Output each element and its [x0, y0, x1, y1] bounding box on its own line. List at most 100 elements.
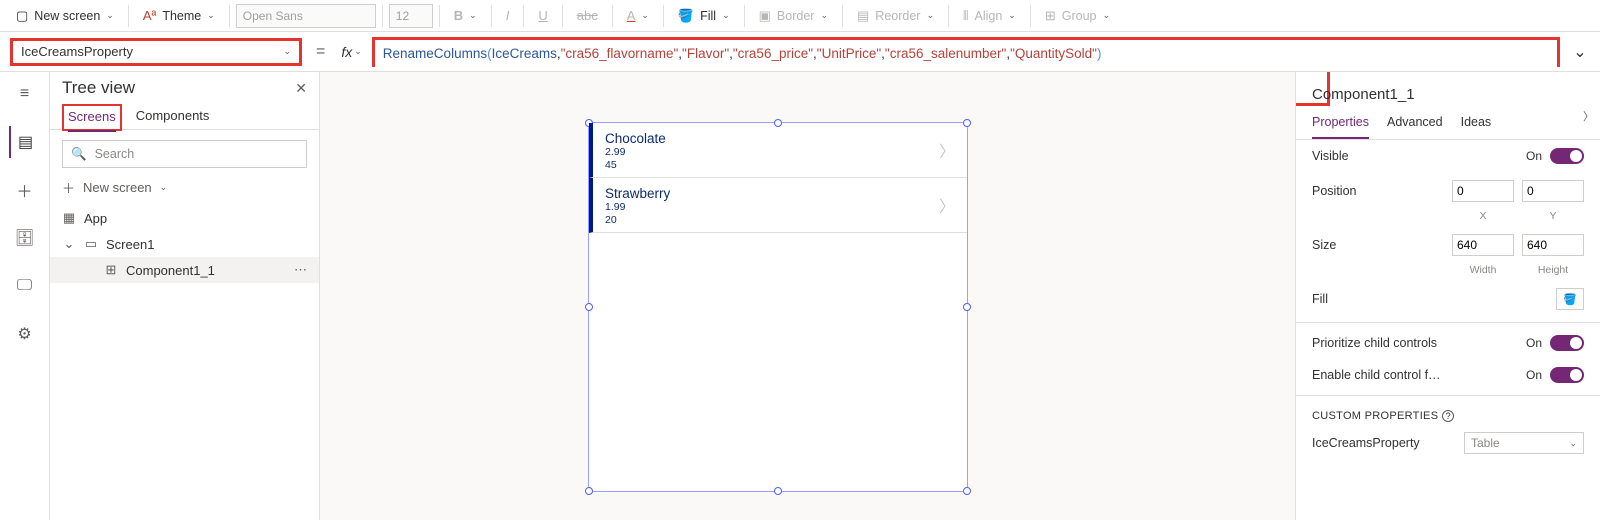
info-icon[interactable]: ? [1442, 410, 1454, 422]
tree-row-screen1[interactable]: ⌄ ▭ Screen1 [50, 231, 319, 257]
chevron-right-icon: 〉 [939, 138, 955, 162]
more-icon[interactable]: ⋯ [294, 262, 307, 278]
theme-button[interactable]: Aª Theme ⌄ [135, 4, 223, 27]
insert-icon[interactable]: ＋ [9, 174, 41, 206]
font-size-input[interactable] [389, 4, 433, 28]
fill-icon: 🪣 [678, 8, 694, 24]
separator [439, 5, 440, 27]
main-area: ≡ ▤ ＋ 🗄 🖵 ⚙ Tree view ✕ Screens Componen… [0, 72, 1600, 520]
group-button[interactable]: ⊞Group⌄ [1037, 4, 1118, 28]
resize-handle[interactable] [963, 487, 971, 495]
width-input[interactable] [1452, 234, 1514, 256]
canvas[interactable]: Chocolate 2.99 45 〉 Strawberry 1.99 20 〉 [320, 72, 1295, 520]
property-selector-value: IceCreamsProperty [21, 44, 133, 59]
border-button[interactable]: ▣Border⌄ [751, 4, 836, 28]
custom-prop-type[interactable]: Table ⌄ [1464, 432, 1584, 454]
strikethrough-icon: abc [577, 8, 598, 23]
formula-bar[interactable]: RenameColumns(IceCreams,"cra56_flavornam… [372, 37, 1560, 67]
layout-icon: ▢ [16, 8, 28, 24]
app-icon: ▦ [62, 210, 76, 226]
gallery-qty: 45 [605, 159, 955, 172]
screen-layout-button[interactable]: ▢ New screen ⌄ [8, 4, 122, 28]
tree-tabs: Screens Components [50, 102, 319, 130]
position-y-input[interactable] [1522, 180, 1584, 202]
data-icon[interactable]: 🗄 [9, 222, 41, 254]
tree-row-app[interactable]: ▦ App [50, 205, 319, 231]
reorder-icon: ▤ [857, 8, 869, 24]
component-frame[interactable]: Chocolate 2.99 45 〉 Strawberry 1.99 20 〉 [588, 122, 968, 492]
tab-screens[interactable]: Screens [68, 103, 116, 132]
tab-ideas[interactable]: Ideas [1461, 107, 1492, 139]
bold-icon: B [454, 8, 463, 23]
divider [1296, 322, 1600, 323]
gallery-title: Strawberry [605, 186, 955, 201]
visible-toggle[interactable] [1550, 148, 1584, 164]
fill-button[interactable]: 🪣Fill⌄ [670, 4, 738, 28]
gallery-item[interactable]: Strawberry 1.99 20 〉 [589, 178, 967, 233]
separator [128, 5, 129, 27]
resize-handle[interactable] [963, 303, 971, 311]
screen-icon: ▭ [84, 236, 98, 252]
separator [1030, 5, 1031, 27]
gallery-item[interactable]: Chocolate 2.99 45 〉 [589, 123, 967, 178]
border-icon: ▣ [759, 8, 771, 24]
separator [612, 5, 613, 27]
tree-new-screen-button[interactable]: ＋ New screen ⌄ [62, 178, 307, 197]
tree-row-component[interactable]: ⊞ Component1_1 ⋯ [50, 257, 319, 283]
tree-search[interactable]: 🔍 Search [62, 140, 307, 168]
custom-prop-name[interactable]: IceCreamsProperty [1312, 436, 1420, 450]
left-rail: ≡ ▤ ＋ 🗄 🖵 ⚙ [0, 72, 50, 520]
font-color-icon: A [627, 8, 636, 23]
resize-handle[interactable] [585, 487, 593, 495]
hamburger-icon[interactable]: ≡ [9, 78, 41, 110]
props-tabs: Properties Advanced Ideas [1296, 107, 1600, 140]
resize-handle[interactable] [774, 487, 782, 495]
search-icon: 🔍 [71, 147, 87, 162]
tree-list: ▦ App ⌄ ▭ Screen1 ⊞ Component1_1 ⋯ [50, 205, 319, 520]
chevron-down-icon: ⌄ [1569, 438, 1577, 449]
tab-properties[interactable]: Properties [1312, 107, 1369, 139]
font-select[interactable] [236, 4, 376, 28]
gallery-price: 1.99 [605, 201, 955, 214]
underline-icon: U [538, 8, 547, 23]
tab-components[interactable]: Components [136, 102, 210, 129]
chevron-down-icon: ⌄ [1573, 42, 1586, 62]
align-button[interactable]: ⫴Align⌄ [955, 4, 1024, 28]
gallery-price: 2.99 [605, 146, 955, 159]
chevron-right-icon: 〉 [939, 193, 955, 217]
chevron-down-icon: ⌄ [62, 236, 76, 252]
chevron-down-icon: ⌄ [283, 46, 291, 57]
eccf-toggle[interactable] [1550, 367, 1584, 383]
position-x-input[interactable] [1452, 180, 1514, 202]
bold-button[interactable]: B⌄ [446, 4, 485, 27]
formula-expand-button[interactable]: ⌄ [1568, 40, 1592, 64]
tools-icon[interactable]: ⚙ [9, 318, 41, 350]
fx-button[interactable]: fx ⌄ [341, 44, 361, 60]
align-icon: ⫴ [963, 8, 968, 24]
properties-panel: Component1_1 Properties Advanced Ideas V… [1295, 72, 1600, 520]
italic-button[interactable]: I [498, 4, 518, 27]
fx-icon: fx [341, 44, 352, 60]
fill-swatch[interactable]: 🪣 [1556, 288, 1584, 310]
prop-fill: Fill 🪣 [1296, 280, 1600, 318]
chevron-down-icon: ⌄ [106, 10, 114, 21]
strikethrough-button[interactable]: abc [569, 4, 606, 27]
media-icon[interactable]: 🖵 [9, 270, 41, 302]
font-color-button[interactable]: A⌄ [619, 4, 657, 27]
prop-size: Size [1296, 226, 1600, 264]
divider [1296, 395, 1600, 396]
underline-button[interactable]: U [530, 4, 555, 27]
resize-handle[interactable] [585, 303, 593, 311]
property-selector[interactable]: IceCreamsProperty ⌄ [10, 38, 302, 66]
tab-advanced[interactable]: Advanced [1387, 107, 1443, 139]
tree-view-icon[interactable]: ▤ [9, 126, 41, 158]
theme-label: Theme [162, 9, 201, 23]
top-toolbar: ▢ New screen ⌄ Aª Theme ⌄ B⌄ I U abc A⌄ … [0, 0, 1600, 32]
separator [229, 5, 230, 27]
height-input[interactable] [1522, 234, 1584, 256]
tree-panel: Tree view ✕ Screens Components 🔍 Search … [50, 72, 320, 520]
close-icon[interactable]: ✕ [295, 80, 307, 97]
reorder-button[interactable]: ▤Reorder⌄ [849, 4, 942, 28]
theme-icon: Aª [143, 8, 156, 23]
pcc-toggle[interactable] [1550, 335, 1584, 351]
